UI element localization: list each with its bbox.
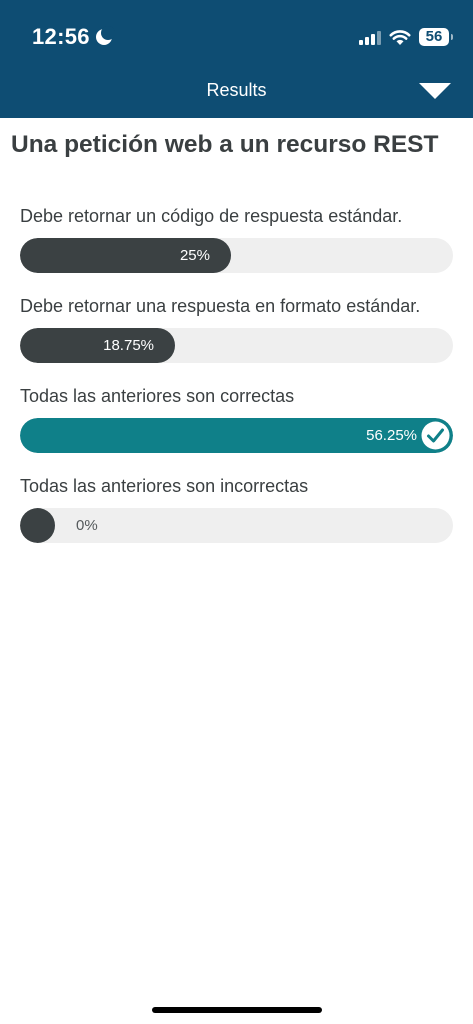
page-title: Results — [206, 80, 267, 100]
option-label: Debe retornar una respuesta en formato e… — [20, 296, 421, 316]
option-label: Debe retornar un código de respuesta est… — [20, 206, 403, 226]
result-option: Todas las anteriores son correctas 56.25% — [20, 385, 453, 453]
result-option: Debe retornar un código de respuesta est… — [20, 205, 453, 273]
cellular-signal-icon — [359, 29, 381, 45]
result-bar-track: 18.75% — [20, 328, 453, 363]
percent-label: 25% — [179, 247, 210, 264]
result-bar-track: 0% — [20, 508, 453, 543]
result-bar-track: 25% — [20, 238, 453, 273]
status-bar-icons: 56 — [359, 28, 453, 46]
question-title: Una petición web a un recurso REST — [11, 131, 439, 158]
triangle-down-icon[interactable] — [419, 83, 451, 99]
battery-icon: 56 — [419, 28, 453, 46]
app-header: 12:56 56 Results — [0, 0, 473, 118]
moon-icon — [95, 26, 115, 45]
percent-label: 56.25% — [366, 427, 417, 444]
result-option: Debe retornar una respuesta en formato e… — [20, 295, 453, 363]
status-bar-time: 12:56 — [32, 24, 115, 50]
percent-label: 0% — [76, 517, 98, 534]
result-bar-fill — [20, 508, 55, 543]
percent-label: 18.75% — [103, 337, 154, 354]
clock-text: 12:56 — [32, 24, 90, 49]
wifi-icon — [389, 29, 411, 45]
checkmark-icon — [421, 421, 450, 450]
home-indicator[interactable] — [152, 1007, 322, 1013]
result-option: Todas las anteriores son incorrectas 0% — [20, 475, 453, 543]
result-bar-track: 56.25% — [20, 418, 453, 453]
option-label: Todas las anteriores son correctas — [20, 386, 295, 406]
option-label: Todas las anteriores son incorrectas — [20, 476, 309, 496]
